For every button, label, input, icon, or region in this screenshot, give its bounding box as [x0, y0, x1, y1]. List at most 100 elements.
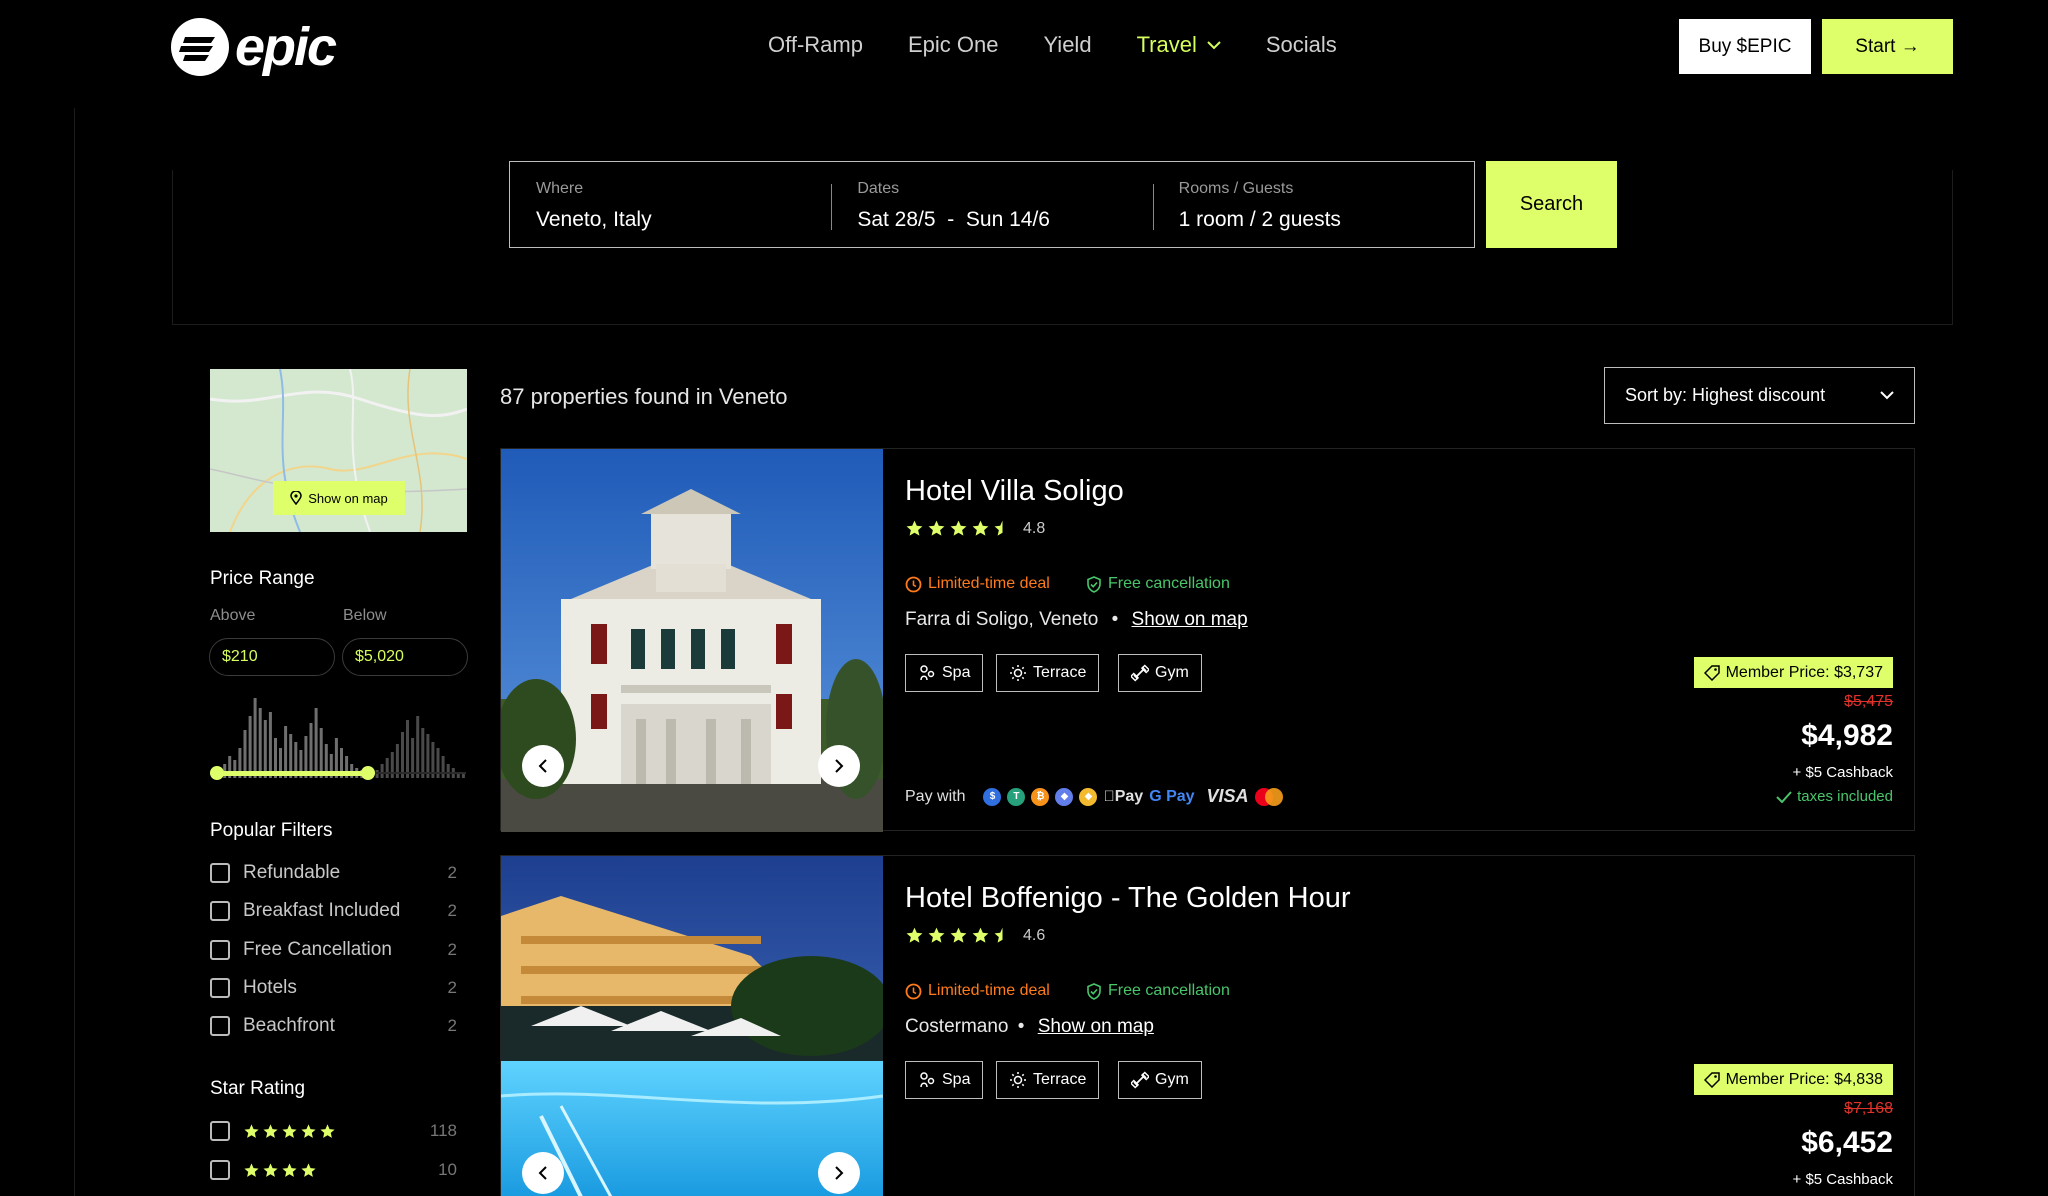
nav-yield[interactable]: Yield	[1043, 32, 1091, 58]
show-on-map-link[interactable]: Show on map	[1132, 609, 1248, 630]
filter-count: 2	[447, 940, 457, 959]
map-pin-icon	[290, 491, 303, 505]
sort-dropdown[interactable]: Sort by: Highest discount	[1604, 367, 1915, 424]
hotel-name[interactable]: Hotel Boffenigo - The Golden Hour	[905, 882, 1350, 915]
filter-label: Free Cancellation	[243, 939, 392, 960]
hotel-photo[interactable]	[501, 856, 883, 1196]
filter-count: 2	[447, 1016, 457, 1035]
nav-epic-one[interactable]: Epic One	[908, 32, 999, 58]
nav-socials[interactable]: Socials	[1266, 32, 1337, 58]
filter-4-stars[interactable]: 10	[210, 1157, 457, 1183]
star-half-icon	[994, 520, 1003, 536]
star-icon	[263, 1162, 278, 1177]
filter-label: Breakfast Included	[243, 900, 401, 921]
top-navbar: epic Off-Ramp Epic One Yield Travel Soci…	[0, 0, 2048, 105]
where-label: Where	[536, 180, 584, 197]
hotel-photo[interactable]	[501, 449, 883, 832]
hotel-rating: 4.8	[905, 519, 1045, 538]
price-slider-track[interactable]	[216, 771, 368, 776]
star-icon	[244, 1123, 259, 1138]
star-icon	[244, 1162, 259, 1177]
photo-next-button[interactable]	[818, 745, 860, 787]
price-slider-max-handle[interactable]	[361, 766, 375, 780]
filter-free-cancellation[interactable]: Free Cancellation 2	[210, 937, 457, 963]
four-star-icons	[243, 1162, 438, 1179]
histogram-bar	[421, 728, 425, 778]
nav-off-ramp[interactable]: Off-Ramp	[768, 32, 863, 58]
filter-count: 2	[447, 978, 457, 997]
filter-beachfront[interactable]: Beachfront 2	[210, 1013, 457, 1039]
photo-prev-button[interactable]	[522, 1152, 564, 1194]
checkbox[interactable]	[210, 940, 230, 960]
rooms-guests-field[interactable]: Rooms / Guests 1 room / 2 guests	[1152, 162, 1474, 247]
chevron-right-icon	[835, 759, 844, 773]
nav-travel-label: Travel	[1136, 32, 1197, 57]
histogram-bar	[253, 698, 257, 778]
results-count: 87 properties found in Veneto	[500, 384, 788, 409]
bitcoin-icon: ₿	[1031, 787, 1050, 806]
ethereum-icon: ◆	[1055, 787, 1074, 806]
filter-hotels[interactable]: Hotels 2	[210, 975, 457, 1001]
histogram-bar	[258, 708, 262, 778]
sort-label: Sort by: Highest discount	[1625, 385, 1826, 405]
search-button[interactable]: Search	[1486, 161, 1617, 248]
buy-epic-button[interactable]: Buy $EPIC	[1679, 19, 1811, 74]
star-icon	[282, 1123, 297, 1138]
hotel-card[interactable]: Hotel Boffenigo - The Golden Hour 4.6 Li…	[500, 855, 1915, 1196]
star-icon	[906, 927, 923, 943]
checkbox[interactable]	[210, 1016, 230, 1036]
frame-divider	[172, 170, 173, 325]
checkbox[interactable]	[210, 1160, 230, 1180]
location-separator: •	[1017, 1016, 1025, 1037]
hotel-name[interactable]: Hotel Villa Soligo	[905, 475, 1124, 508]
show-on-map-link[interactable]: Show on map	[1038, 1016, 1154, 1037]
checkbox[interactable]	[210, 901, 230, 921]
star-icon	[972, 927, 989, 943]
price-min-input[interactable]: $210	[209, 638, 335, 676]
filter-breakfast-included[interactable]: Breakfast Included 2	[210, 898, 457, 924]
tether-icon: T	[1007, 787, 1026, 806]
member-price-text: Member Price: $4,838	[1725, 1070, 1883, 1088]
amenity-gym: Gym	[1118, 1061, 1202, 1099]
current-price: $4,982	[1801, 719, 1893, 752]
original-price: $7,168	[1844, 1100, 1893, 1117]
price-slider-min-handle[interactable]	[210, 766, 224, 780]
taxes-included: taxes included	[1776, 788, 1893, 805]
hotel-card[interactable]: Hotel Villa Soligo 4.8 Limited-time deal…	[500, 448, 1915, 832]
star-rating-title: Star Rating	[210, 1078, 306, 1099]
filter-count: 118	[429, 1121, 457, 1140]
star-icon	[928, 927, 945, 943]
filter-5-stars[interactable]: 118	[210, 1118, 457, 1144]
checkbox[interactable]	[210, 863, 230, 883]
free-cancellation-tag: Free cancellation	[1086, 982, 1230, 1000]
cashback-text: + $5 Cashback	[1792, 764, 1893, 781]
amenity-label: Gym	[1155, 664, 1189, 681]
star-half-icon	[994, 927, 1003, 943]
photo-prev-button[interactable]	[522, 745, 564, 787]
start-button[interactable]: Start →	[1822, 19, 1953, 74]
price-max-input[interactable]: $5,020	[342, 638, 468, 676]
star-icon	[263, 1123, 278, 1138]
where-field[interactable]: Where Veneto, Italy	[510, 162, 831, 247]
dates-field[interactable]: Dates Sat 28/5 - Sun 14/6	[831, 162, 1152, 247]
histogram-bar	[268, 712, 272, 778]
five-star-icons	[243, 1123, 430, 1140]
checkbox[interactable]	[210, 978, 230, 998]
epic-logo-icon	[171, 18, 229, 76]
photo-next-button[interactable]	[818, 1152, 860, 1194]
star-icon	[282, 1162, 297, 1177]
chevron-left-icon	[538, 1166, 547, 1180]
histogram-bar	[416, 716, 420, 778]
nav-travel[interactable]: Travel	[1137, 32, 1221, 58]
checkbox[interactable]	[210, 1121, 230, 1141]
tag-icon	[1703, 664, 1720, 681]
map-thumbnail[interactable]: Show on map	[210, 369, 467, 532]
below-label: Below	[343, 607, 387, 624]
location-text: Farra di Soligo, Veneto	[905, 609, 1099, 630]
price-histogram	[213, 698, 465, 778]
histogram-bar	[309, 723, 313, 778]
brand-logo[interactable]: epic	[171, 18, 337, 76]
show-on-map-button[interactable]: Show on map	[273, 481, 405, 515]
star-icon	[950, 520, 967, 536]
filter-refundable[interactable]: Refundable 2	[210, 860, 457, 886]
